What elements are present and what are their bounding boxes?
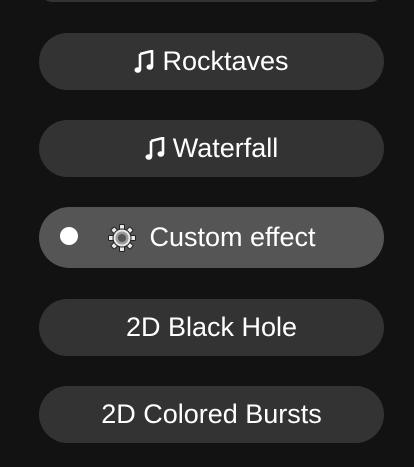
music-note-icon xyxy=(134,49,154,74)
selected-indicator-dot xyxy=(60,226,78,245)
effect-label: Custom effect xyxy=(149,222,316,252)
effect-button-content: 2D Colored Bursts xyxy=(101,399,322,430)
effects-list: Rocktaves Waterfall Custom effect 2D Bla… xyxy=(0,0,414,467)
effect-label: 2D Colored Bursts xyxy=(101,399,322,429)
effect-label: Waterfall xyxy=(172,133,279,163)
effect-label: 2D Black Hole xyxy=(125,312,298,342)
effect-button-waterfall[interactable]: Waterfall xyxy=(39,120,384,177)
music-note-icon xyxy=(145,136,165,161)
effect-button-content: 2D Black Hole xyxy=(126,312,297,343)
effect-button-content: Custom effect xyxy=(107,222,316,253)
effect-button-2d-black-hole[interactable]: 2D Black Hole xyxy=(39,299,384,356)
gear-icon xyxy=(107,223,137,253)
effect-button-content: Rocktaves xyxy=(134,46,289,77)
effect-button-content: Waterfall xyxy=(145,133,279,164)
effect-label: Rocktaves xyxy=(162,46,289,76)
effect-button-2d-colored-bursts[interactable]: 2D Colored Bursts xyxy=(39,386,384,443)
effect-button-rocktaves[interactable]: Rocktaves xyxy=(39,33,384,90)
effect-button-custom-effect[interactable]: Custom effect xyxy=(39,207,384,268)
effect-button-partial[interactable] xyxy=(39,0,384,2)
